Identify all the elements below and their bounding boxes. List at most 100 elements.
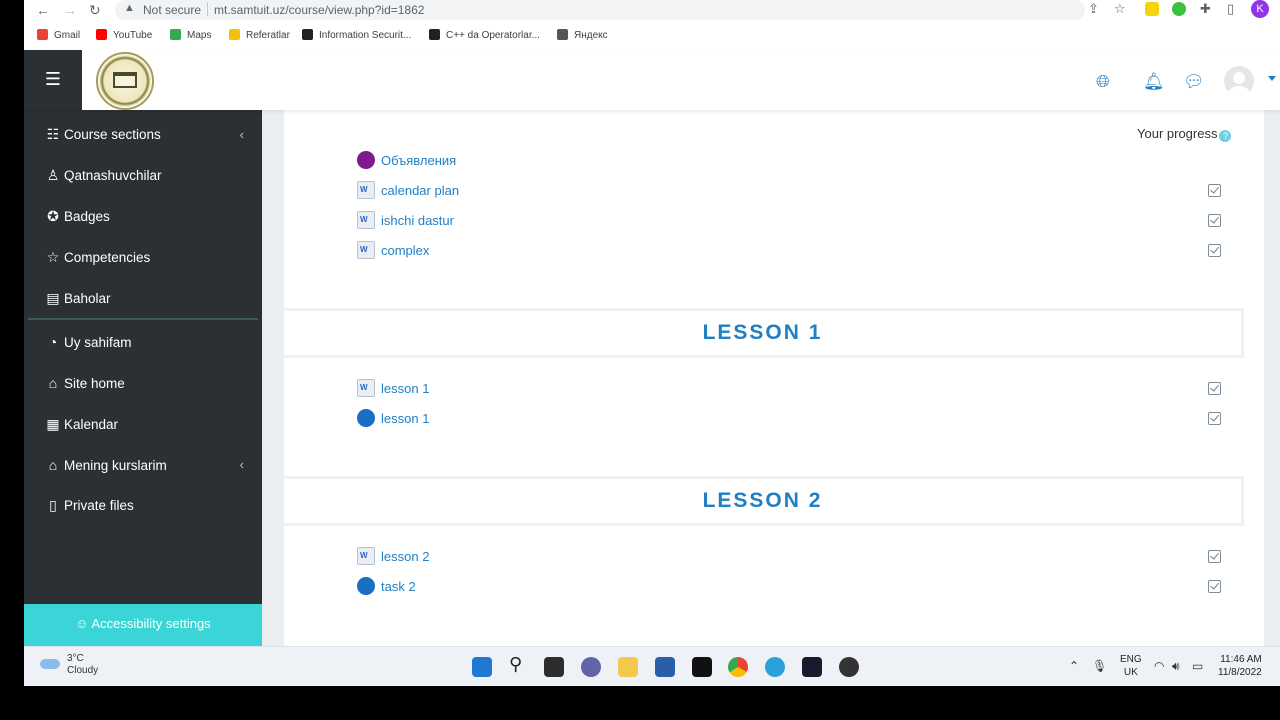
browser-window: ← → ↻ ▲ Not secure mt.samtuit.uz/course/… [24, 0, 1280, 646]
chevron-left-icon[interactable]: ‹ [240, 457, 244, 472]
completion-checkbox[interactable] [1208, 214, 1221, 227]
extension-icon[interactable] [1145, 2, 1159, 16]
accessibility-icon: ☺ [75, 616, 92, 631]
drawer-item-label: Site home [64, 376, 125, 391]
recorder-icon[interactable] [839, 657, 859, 677]
share-icon[interactable]: ⇪ [1088, 1, 1099, 17]
clock-time: 11:46 AM [1220, 654, 1262, 665]
section-title[interactable]: LESSON 1 [284, 308, 1244, 358]
activity-label: Объявления [381, 153, 457, 168]
reload-icon[interactable]: ↻ [89, 2, 101, 19]
assignment-icon [357, 409, 375, 427]
activity-forum[interactable]: Объявления [357, 151, 456, 169]
accessibility-settings-button[interactable]: ☺ Accessibility settings [24, 604, 262, 646]
drawer-item-site-home[interactable]: ⌂ Site home [44, 375, 125, 391]
wifi-icon[interactable]: ◠ [1154, 659, 1164, 673]
cloud-icon [40, 659, 60, 669]
site-logo[interactable] [96, 52, 154, 110]
drawer-item-label: Badges [64, 209, 110, 224]
tray-overflow-icon[interactable]: ⌃ [1069, 659, 1079, 673]
drawer-item-participants[interactable]: ♙ Qatnashuvchilar [44, 167, 162, 184]
bookmark-item[interactable]: C++ da Operatorlar... [429, 29, 540, 41]
completion-checkbox[interactable] [1208, 412, 1221, 425]
windows-start-icon[interactable] [472, 657, 492, 677]
language-indicator[interactable]: ENG UK [1120, 653, 1142, 679]
user-menu-caret-icon[interactable] [1268, 76, 1276, 81]
clock[interactable]: 11:46 AM 11/8/2022 [1218, 653, 1262, 679]
word-document-icon [357, 211, 375, 229]
drawer-item-my-courses[interactable]: ⌂ Mening kurslarim [44, 457, 167, 473]
microphone-icon[interactable]: 🎙︎ [1092, 659, 1107, 673]
file-icon: ▯ [49, 497, 57, 513]
bookmark-star-icon[interactable]: ☆ [1114, 1, 1126, 17]
activity-assignment[interactable]: lesson 1 [357, 409, 429, 427]
telegram-icon[interactable] [765, 657, 785, 677]
forward-icon[interactable]: → [63, 2, 77, 18]
url-text[interactable]: mt.samtuit.uz/course/view.php?id=1862 [214, 3, 424, 17]
completion-checkbox[interactable] [1208, 580, 1221, 593]
drawer-item-competencies[interactable]: ☆ Competencies [44, 249, 151, 266]
extension-icon[interactable] [1172, 2, 1186, 16]
side-panel-icon[interactable]: ▯ [1227, 1, 1234, 17]
clock-date: 11/8/2022 [1218, 667, 1262, 678]
menu-hamburger-icon[interactable]: ☰ [24, 50, 82, 110]
bookmark-label: YouTube [113, 30, 153, 41]
language-globe-icon[interactable]: 🌐︎ [1096, 72, 1110, 92]
bookmark-item[interactable]: Яндекс [557, 29, 608, 41]
bookmark-label: C++ da Operatorlar... [446, 30, 540, 41]
help-icon[interactable]: ? [1219, 130, 1232, 142]
bookmark-item[interactable]: Information Securit... [302, 29, 411, 41]
drawer-item-private-files[interactable]: ▯ Private files [44, 497, 134, 514]
site-icon [429, 29, 440, 40]
omnibox[interactable]: ▲ Not secure mt.samtuit.uz/course/view.p… [115, 0, 1085, 20]
task-view-icon[interactable] [544, 657, 564, 677]
activity-resource[interactable]: ishchi dastur [357, 211, 454, 229]
back-icon[interactable]: ← [36, 2, 50, 18]
language-code: ENG [1120, 654, 1142, 665]
chrome-icon[interactable] [728, 657, 748, 677]
bookmark-label: Referatlar [246, 30, 290, 41]
bookmark-item[interactable]: Maps [170, 29, 211, 41]
activity-resource[interactable]: complex [357, 241, 429, 259]
drawer-item-grades[interactable]: ▤ Baholar [44, 290, 110, 307]
completion-checkbox[interactable] [1208, 550, 1221, 563]
profile-avatar[interactable]: K [1251, 0, 1269, 18]
bookmark-item[interactable]: Gmail [37, 29, 80, 41]
drawer-item-label: Private files [64, 498, 134, 513]
completion-checkbox[interactable] [1208, 184, 1221, 197]
bookmark-item[interactable]: YouTube [96, 29, 152, 41]
security-label[interactable]: Not secure [143, 3, 201, 17]
completion-checkbox[interactable] [1208, 382, 1221, 395]
jetbrains-icon[interactable] [802, 657, 822, 677]
messages-chat-icon[interactable]: 💬︎ [1183, 72, 1205, 92]
microsoft-store-icon[interactable] [655, 657, 675, 677]
site-icon [302, 29, 313, 40]
extensions-puzzle-icon[interactable]: ✚ [1200, 1, 1211, 17]
chevron-left-icon[interactable]: ‹ [240, 127, 244, 142]
app-icon[interactable] [692, 657, 712, 677]
section-title[interactable]: LESSON 2 [284, 476, 1244, 526]
user-avatar[interactable] [1224, 66, 1254, 96]
drawer-item-dashboard[interactable]: ◔ Uy sahifam [44, 334, 132, 350]
volume-icon[interactable]: 🔊︎ [1172, 659, 1180, 674]
activity-resource[interactable]: lesson 2 [357, 547, 429, 565]
activity-assignment[interactable]: task 2 [357, 577, 416, 595]
bookmark-label: Gmail [54, 30, 81, 41]
word-document-icon [357, 181, 375, 199]
forum-icon [357, 151, 375, 169]
drawer-item-course-sections[interactable]: ☷ Course sections [44, 126, 161, 143]
drawer-item-label: Kalendar [64, 417, 119, 432]
bookmark-item[interactable]: Referatlar [229, 29, 290, 41]
file-explorer-icon[interactable] [618, 657, 638, 677]
activity-resource[interactable]: lesson 1 [357, 379, 429, 397]
completion-checkbox[interactable] [1208, 244, 1221, 257]
teams-chat-icon[interactable] [581, 657, 601, 677]
notification-bell-icon[interactable]: 🔔︎ [1143, 72, 1165, 92]
search-icon[interactable]: ⚲ [509, 654, 529, 674]
warning-icon[interactable]: ▲ [124, 2, 135, 14]
battery-icon[interactable]: ▭ [1192, 659, 1203, 673]
bookmark-label: Information Securit... [319, 30, 412, 41]
drawer-item-badges[interactable]: ✪ Badges [44, 208, 110, 225]
activity-resource[interactable]: calendar plan [357, 181, 459, 199]
drawer-item-calendar[interactable]: ▦ Kalendar [44, 416, 118, 433]
